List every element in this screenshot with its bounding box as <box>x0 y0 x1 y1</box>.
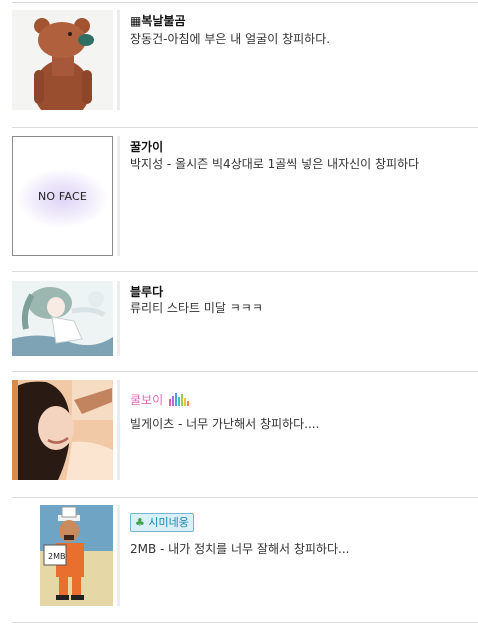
woman-photo-image <box>12 380 113 480</box>
list-item: ▦복날불곰 장동건-아침에 부은 내 얼굴이 창피하다. <box>0 0 478 125</box>
bear-figure-image <box>12 10 113 110</box>
equalizer-icon <box>169 393 190 406</box>
thumbnail-edge <box>117 505 120 606</box>
list-item: 2MB ♣ 시미네웅 2MB - 내가 정치를 너무 잘해서 창피하다... <box>0 497 478 622</box>
divider <box>12 622 478 623</box>
nickname[interactable]: 블루다 <box>130 283 163 300</box>
avatar[interactable] <box>12 281 113 356</box>
list-item: 블루다 류리티 스타트 미달 ㅋㅋㅋ <box>0 271 478 371</box>
nickname[interactable]: 쿨보이 <box>130 391 190 408</box>
nickname-badge: ♣ 시미네웅 <box>130 513 194 532</box>
nickname[interactable]: ▦복날불곰 <box>130 12 186 29</box>
comment-text: 류리티 스타트 미달 ㅋㅋㅋ <box>130 301 263 315</box>
avatar[interactable]: 2MB <box>12 505 113 606</box>
list-item: NO FACE 꿀가이 박지성 - 올시즌 빅4상대로 1골씩 넣은 내자신이 … <box>0 127 478 271</box>
comment-text: 2MB - 내가 정치를 너무 잘해서 창피하다... <box>130 542 350 556</box>
comment-text: 빌게이츠 - 너무 가난해서 창피하다.... <box>130 417 320 431</box>
avatar[interactable]: NO FACE <box>12 136 113 256</box>
list-item: 쿨보이 빌게이츠 - 너무 가난해서 창피하다.... <box>0 371 478 497</box>
avatar[interactable] <box>12 380 113 480</box>
thumbnail-edge <box>117 380 120 480</box>
avatar[interactable] <box>12 10 113 110</box>
frog-icon: ♣ <box>135 516 145 529</box>
thumbnail-edge <box>117 10 120 110</box>
no-face-placeholder: NO FACE <box>12 136 113 256</box>
nickname-text: 시미네웅 <box>148 516 189 529</box>
anime-illustration-image <box>12 281 113 356</box>
thumbnail-edge <box>117 136 120 256</box>
comment-text: 박지성 - 올시즌 빅4상대로 1골씩 넣은 내자신이 창피하다 <box>130 157 420 171</box>
nickname[interactable]: ♣ 시미네웅 <box>130 513 194 532</box>
nickname-text: 쿨보이 <box>130 393 164 407</box>
cartoon-man-image: 2MB <box>12 505 113 606</box>
nickname[interactable]: 꿀가이 <box>130 138 163 155</box>
sign-text: 2MB <box>48 552 65 561</box>
thumbnail-edge <box>117 281 120 356</box>
no-face-label: NO FACE <box>37 189 88 203</box>
comment-text: 장동건-아침에 부은 내 얼굴이 창피하다. <box>130 32 331 46</box>
